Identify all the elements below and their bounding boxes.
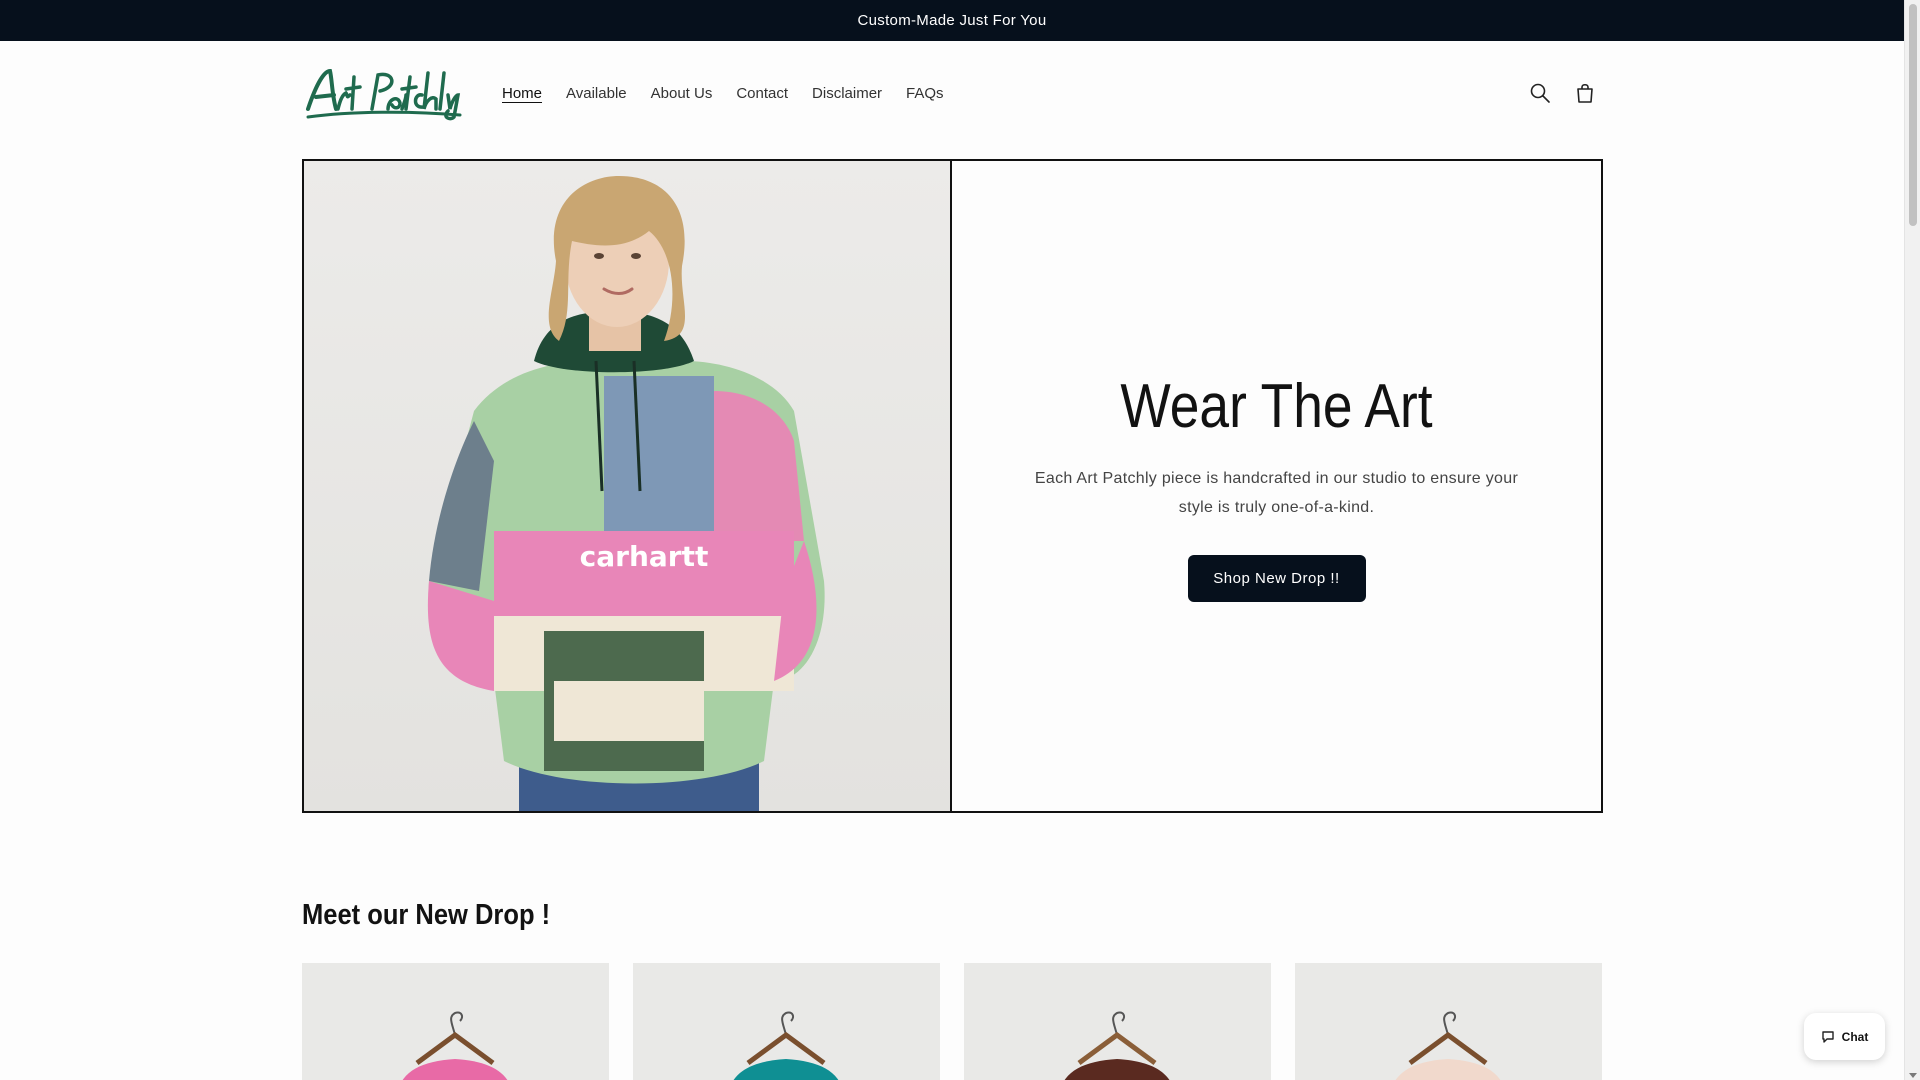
product-hoodie-shape <box>1064 1059 1170 1080</box>
product-card[interactable] <box>633 963 940 1080</box>
chat-button[interactable]: Chat <box>1804 1013 1885 1060</box>
product-image <box>1064 1011 1170 1080</box>
product-image <box>1395 1011 1501 1080</box>
nav-home[interactable]: Home <box>502 85 542 102</box>
product-card[interactable] <box>1295 963 1602 1080</box>
scrollbar-thumb[interactable] <box>1909 4 1917 226</box>
scroll-down-arrow-icon[interactable] <box>1909 1073 1917 1078</box>
nav-about-us[interactable]: About Us <box>651 85 713 102</box>
hero-subtitle: Each Art Patchly piece is handcrafted in… <box>1034 469 1519 516</box>
cart-icon[interactable] <box>1573 81 1597 105</box>
nav-available[interactable]: Available <box>566 85 627 102</box>
product-image <box>402 1011 508 1080</box>
announcement-text: Custom-Made Just For You <box>857 12 1047 29</box>
announcement-bar: Custom-Made Just For You <box>0 0 1904 41</box>
hero-banner: carhartt Wear The Art Each Art Patchly p… <box>302 159 1603 813</box>
site-header: Home Available About Us Contact Disclaim… <box>0 41 1904 147</box>
search-icon[interactable] <box>1528 81 1552 105</box>
product-hoodie-shape <box>733 1059 839 1080</box>
chat-icon <box>1821 1030 1834 1043</box>
hoodie-logo-text: carhartt <box>580 540 709 573</box>
product-card[interactable] <box>302 963 609 1080</box>
product-card[interactable] <box>964 963 1271 1080</box>
product-grid <box>302 963 1602 1080</box>
product-hoodie-shape <box>402 1059 508 1080</box>
hero-text-panel: Wear The Art Each Art Patchly piece is h… <box>952 161 1601 811</box>
chat-label: Chat <box>1841 1029 1869 1044</box>
main-nav: Home Available About Us Contact Disclaim… <box>502 85 944 102</box>
hero-title: Wear The Art <box>1120 371 1433 441</box>
page-scrollbar[interactable] <box>1904 0 1920 1080</box>
hero-image: carhartt <box>304 161 952 811</box>
product-image <box>733 1011 839 1080</box>
nav-faqs[interactable]: FAQs <box>906 85 944 102</box>
hoodie-model-illustration: carhartt <box>427 176 825 811</box>
brand-logo[interactable] <box>302 65 464 121</box>
shop-new-drop-button[interactable]: Shop New Drop !! <box>1187 554 1366 602</box>
nav-disclaimer[interactable]: Disclaimer <box>812 85 882 102</box>
new-drop-heading: Meet our New Drop ! <box>302 899 551 931</box>
nav-contact[interactable]: Contact <box>736 85 788 102</box>
product-hoodie-shape <box>1395 1059 1501 1080</box>
